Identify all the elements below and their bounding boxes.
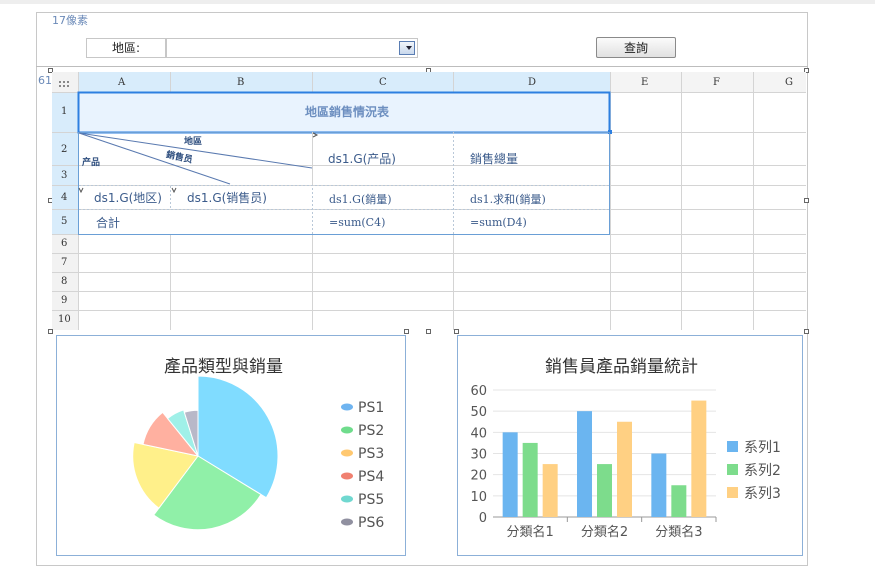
chart-resize-handle[interactable]	[454, 329, 459, 334]
legend-label-series-2: 系列2	[744, 463, 781, 479]
legend-marker-ps6	[341, 518, 353, 526]
report-title-cell[interactable]: 地區銷售情況表	[305, 103, 389, 120]
diagonal-header-product: 产品	[82, 158, 101, 168]
legend-label-ps5: PS5	[358, 492, 384, 508]
legend-marker-ps4	[341, 472, 353, 480]
legend-marker-series-1	[727, 441, 738, 452]
x-tick-label: 分類名3	[655, 524, 702, 540]
x-tick-label: 分類名2	[581, 524, 628, 540]
y-tick-label: 60	[470, 384, 487, 399]
legend-label-series-3: 系列3	[744, 486, 781, 502]
column-header-c[interactable]: C	[379, 77, 387, 88]
bar-3-3	[691, 400, 707, 517]
y-tick-label: 10	[470, 490, 487, 505]
column-header-b[interactable]: B	[237, 77, 244, 88]
legend-label-ps4: PS4	[358, 469, 384, 485]
sum-c-cell[interactable]: =sum(C4)	[329, 216, 385, 229]
bar-1-2	[577, 411, 592, 517]
column-header-g[interactable]: G	[785, 77, 793, 88]
row-header-3[interactable]: 3	[61, 170, 67, 181]
bar-2-2	[597, 464, 612, 517]
row-header-9[interactable]: 9	[61, 295, 67, 306]
sum-d-cell[interactable]: =sum(D4)	[470, 216, 527, 229]
y-tick-label: 30	[470, 448, 487, 463]
bar-2-1	[522, 442, 538, 517]
row-header-6[interactable]: 6	[61, 238, 67, 249]
column-header-f[interactable]: F	[713, 77, 720, 88]
row-header-4[interactable]: 4	[61, 192, 67, 203]
total-label-cell[interactable]: 合計	[96, 214, 120, 231]
y-tick-label: 50	[470, 405, 487, 420]
column-header-a[interactable]: A	[118, 77, 125, 88]
legend-label-ps3: PS3	[358, 446, 384, 462]
row-header-8[interactable]: 8	[61, 276, 67, 287]
y-tick-label: 40	[470, 426, 487, 441]
chart-resize-handle[interactable]	[48, 329, 53, 334]
bar-3-2	[617, 421, 632, 517]
total-sales-header-cell[interactable]: 銷售總量	[470, 150, 518, 167]
sum-quantity-cell[interactable]: ds1.求和(銷量)	[470, 191, 546, 207]
legend-label-series-1: 系列1	[744, 440, 781, 456]
pie-chart: PS1 PS2 PS3 PS4 PS5 PS6	[132, 375, 384, 531]
row-header-7[interactable]: 7	[61, 257, 67, 268]
bar-1-3	[651, 453, 667, 517]
column-header-e[interactable]: E	[641, 77, 648, 88]
legend-marker-ps5	[341, 495, 353, 503]
legend-marker-series-2	[727, 464, 738, 475]
row-header-2[interactable]: 2	[61, 144, 67, 155]
region-group-cell[interactable]: ds1.G(地区)	[94, 189, 162, 206]
legend-label-ps6: PS6	[358, 515, 384, 531]
bar-3-1	[542, 464, 558, 517]
x-tick-label: 分類名1	[507, 524, 554, 540]
legend-marker-ps2	[341, 426, 353, 434]
legend-label-ps2: PS2	[358, 423, 384, 439]
legend-marker-ps3	[341, 449, 353, 457]
diagonal-header-region: 地區	[184, 137, 203, 147]
y-tick-label: 0	[479, 511, 487, 526]
row-header-1[interactable]: 1	[61, 106, 67, 117]
bar-chart: 0 10 20 30 40 50 60 分類名1 分類名2 分類名3 系列1 系列2 系列3	[470, 384, 781, 540]
salesman-group-cell[interactable]: ds1.G(销售员)	[187, 189, 267, 206]
row-header-10[interactable]: 10	[58, 314, 71, 325]
legend-marker-ps1	[341, 403, 353, 411]
bar-2-3	[671, 485, 687, 517]
column-header-d[interactable]: D	[528, 77, 536, 88]
bar-1-1	[502, 432, 518, 517]
y-tick-label: 20	[470, 469, 487, 484]
row-header-5[interactable]: 5	[61, 216, 67, 227]
legend-label-ps1: PS1	[358, 400, 384, 416]
legend-marker-series-3	[727, 487, 738, 498]
chart-resize-handle[interactable]	[404, 329, 409, 334]
product-group-cell[interactable]: ds1.G(产品)	[328, 150, 396, 167]
quantity-cell[interactable]: ds1.G(銷量)	[329, 191, 392, 207]
